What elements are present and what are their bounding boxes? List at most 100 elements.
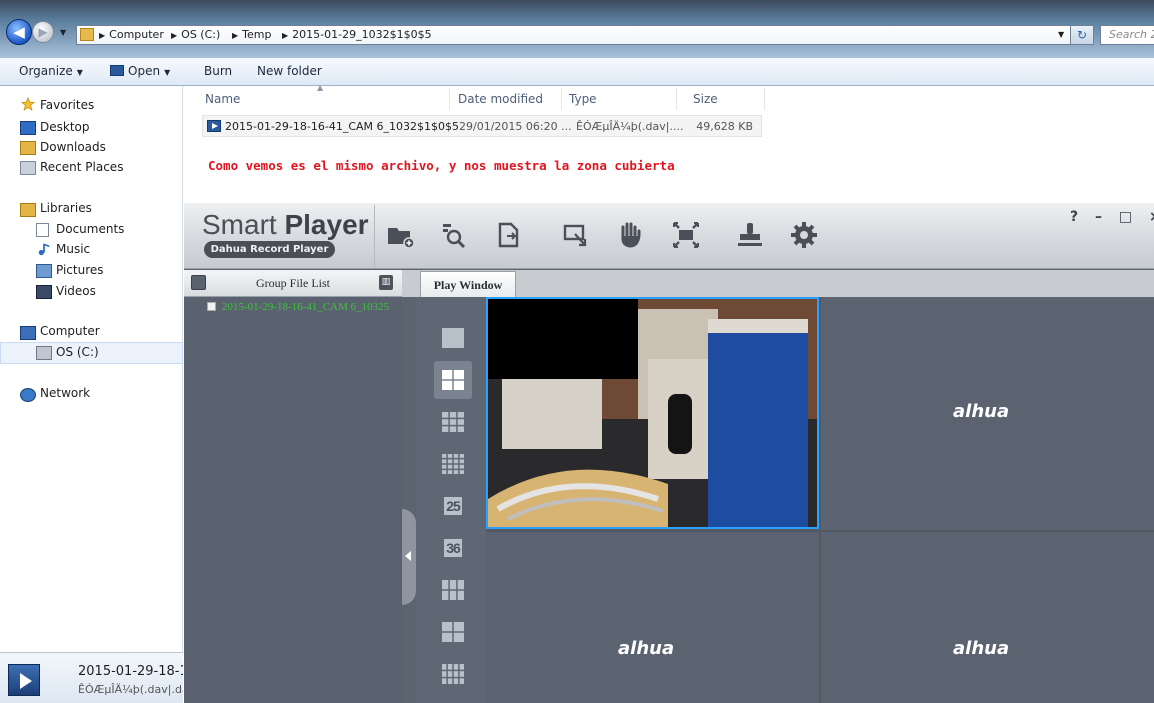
settings-gear-icon [791, 222, 817, 248]
layout-1-icon [442, 328, 464, 348]
music-note-icon [38, 243, 50, 256]
nav-downloads[interactable]: Downloads [40, 140, 106, 154]
group-file-panel: Group File List ▥ 2015-01-29-18-16-41_CA… [184, 270, 402, 703]
search-record-button[interactable] [434, 215, 474, 255]
file-row[interactable]: 2015-01-29-18-16-41_CAM 6_1032$1$0$5 29/… [202, 115, 762, 137]
layout-9-button[interactable] [434, 403, 472, 441]
video-file-icon [207, 120, 221, 132]
video-cell-2[interactable]: alhua [821, 297, 1154, 530]
select-all-checkbox[interactable] [191, 275, 206, 290]
layout-custom-b-icon [442, 622, 464, 642]
open-button[interactable]: Open ▼ [110, 64, 170, 78]
organize-button[interactable]: Organize ▼ [19, 64, 83, 78]
breadcrumb-folder[interactable]: 2015-01-29_1032$1$0$5 [292, 28, 431, 41]
nav-documents[interactable]: Documents [56, 222, 124, 236]
layout-25-label: 25 [444, 497, 462, 515]
new-folder-button[interactable]: New folder [257, 64, 322, 78]
column-divider[interactable] [449, 88, 450, 110]
layout-16-button[interactable] [434, 445, 472, 483]
refresh-icon: ↻ [1076, 28, 1088, 42]
fullscreen-button[interactable] [666, 215, 706, 255]
breadcrumb-temp[interactable]: Temp [242, 28, 271, 41]
window-controls[interactable]: ? – □ × [1070, 209, 1154, 225]
downloads-folder-icon [20, 141, 36, 155]
layout-25-button[interactable]: 25 [434, 487, 472, 525]
group-file-name: 2015-01-29-18-16-41_CAM 6_10325 [222, 301, 390, 313]
video-cell-3[interactable]: alhua [486, 532, 819, 703]
organize-label: Organize [19, 64, 73, 78]
address-field[interactable]: ▶ Computer ▶ OS (C:) ▶ Temp ▶ 2015-01-29_103… [76, 25, 1086, 45]
folder-icon [80, 28, 94, 41]
layout-selector: 25 36 [416, 297, 486, 703]
nav-os-c[interactable]: OS (C:) [56, 345, 99, 359]
nav-videos[interactable]: Videos [56, 284, 96, 298]
column-header-type[interactable]: Type [569, 92, 597, 106]
export-file-button[interactable] [488, 215, 528, 255]
forward-arrow-icon: ▶ [38, 25, 48, 39]
column-divider[interactable] [676, 88, 677, 110]
file-checkbox[interactable] [207, 302, 216, 311]
layout-custom-a-button[interactable] [434, 571, 472, 609]
nav-recent-places[interactable]: Recent Places [40, 160, 123, 174]
command-bar: Organize ▼ Open ▼ Burn New folder [0, 58, 1154, 86]
group-file-list-label: Group File List [256, 276, 330, 290]
column-header-size[interactable]: Size [693, 92, 718, 106]
computer-icon [20, 326, 36, 340]
nav-network[interactable]: Network [40, 386, 90, 400]
layout-1-button[interactable] [434, 319, 472, 357]
file-name: 2015-01-29-18-16-41_CAM 6_1032$1$0$5 [225, 120, 460, 133]
layout-36-button[interactable]: 36 [434, 529, 472, 567]
open-folder-button[interactable] [380, 215, 420, 255]
open-label: Open [128, 64, 161, 78]
layout-custom-c-button[interactable] [434, 655, 472, 693]
forward-button[interactable]: ▶ [32, 21, 54, 43]
snapshot-window-button[interactable] [556, 215, 596, 255]
details-pane: 2015-01-29-18-16-41_CAM 6_1032$1$0$5 ÊÓÆ… [0, 652, 183, 703]
search-input[interactable]: Search 2015-01-29_1032$1$0$5 [1100, 25, 1154, 45]
title-light: Smart [202, 209, 285, 240]
nav-pictures[interactable]: Pictures [56, 263, 104, 277]
nav-libraries[interactable]: Libraries [40, 201, 92, 215]
column-header-name[interactable]: Name [205, 92, 240, 106]
address-dropdown-icon[interactable]: ▼ [1058, 25, 1070, 45]
group-file-item[interactable]: 2015-01-29-18-16-41_CAM 6_10325 [207, 301, 402, 313]
hand-drag-button[interactable] [610, 215, 650, 255]
video-cell-1[interactable] [486, 297, 819, 529]
video-cell-4[interactable]: alhua [821, 532, 1154, 703]
layout-custom-a-icon [442, 580, 464, 600]
column-divider[interactable] [764, 88, 765, 110]
layout-16-icon [442, 454, 464, 474]
dahua-logo: alhua [953, 401, 1010, 422]
breadcrumb-computer[interactable]: Computer [109, 28, 164, 41]
column-divider[interactable] [561, 88, 562, 110]
layout-4-button[interactable] [434, 361, 472, 399]
nav-favorites[interactable]: Favorites [40, 98, 94, 112]
settings-button[interactable] [784, 215, 824, 255]
toolbar-divider [374, 205, 375, 267]
recent-pages-dropdown-icon[interactable]: ▼ [60, 28, 68, 37]
column-header-date-modified[interactable]: Date modified [458, 92, 543, 106]
drive-icon [36, 346, 52, 360]
refresh-button[interactable]: ↻ [1070, 25, 1094, 45]
stamp-button[interactable] [730, 215, 770, 255]
nav-computer[interactable]: Computer [40, 324, 100, 338]
dahua-logo: alhua [953, 638, 1010, 659]
nav-music[interactable]: Music [56, 242, 90, 256]
layout-4-icon [442, 370, 464, 390]
trash-icon[interactable]: ▥ [379, 275, 393, 290]
nav-desktop[interactable]: Desktop [40, 120, 90, 134]
search-record-icon [443, 224, 466, 249]
layout-custom-b-button[interactable] [434, 613, 472, 651]
media-player-icon [110, 65, 124, 76]
breadcrumb-os-c[interactable]: OS (C:) [181, 28, 220, 41]
desktop-icon [20, 121, 36, 135]
dahua-logo: alhua [618, 638, 675, 659]
back-button[interactable]: ◀ [6, 19, 32, 45]
burn-button[interactable]: Burn [204, 64, 232, 78]
collapse-panel-handle[interactable] [402, 509, 416, 605]
layout-36-label: 36 [444, 539, 462, 557]
file-type: ÊÓÆµÎÄ¼þ(.dav|.... [576, 120, 684, 133]
breadcrumb-arrow-icon: ▶ [282, 31, 289, 40]
title-bold: Player [284, 209, 369, 240]
tab-play-window[interactable]: Play Window [420, 271, 516, 297]
